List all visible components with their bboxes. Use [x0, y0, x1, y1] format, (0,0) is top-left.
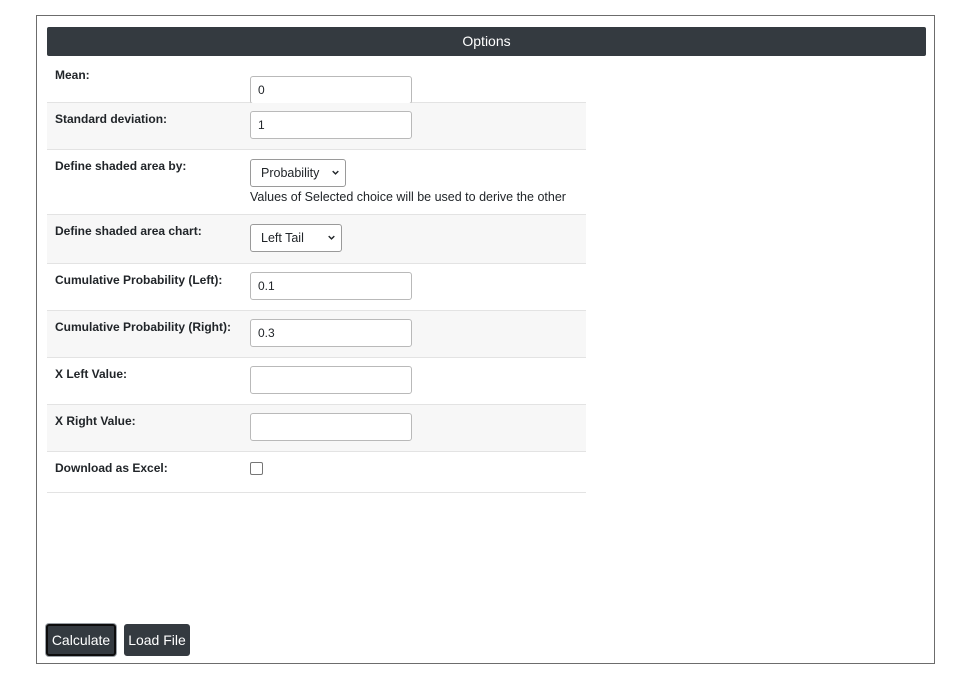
cum-prob-right-input[interactable] — [250, 319, 412, 347]
chevron-down-icon — [328, 235, 335, 240]
shaded-chart-label: Define shaded area chart: — [55, 224, 202, 238]
form-row-shaded-by: Define shaded area by: Probability Value… — [47, 150, 586, 215]
form-row-download-excel: Download as Excel: — [47, 452, 586, 493]
download-excel-checkbox[interactable] — [250, 462, 263, 475]
panel-title: Options — [47, 27, 926, 56]
form-row-x-left: X Left Value: — [47, 358, 586, 405]
download-excel-label: Download as Excel: — [55, 461, 168, 475]
cum-prob-left-input[interactable] — [250, 272, 412, 300]
form-row-std-dev: Standard deviation: — [47, 103, 586, 150]
std-dev-label: Standard deviation: — [55, 112, 168, 126]
shaded-chart-selected: Left Tail — [261, 231, 304, 245]
options-panel: Options Mean: Standard deviation: Define… — [36, 15, 935, 664]
shaded-by-label: Define shaded area by: — [55, 159, 187, 173]
shaded-chart-select[interactable]: Left Tail — [250, 224, 342, 252]
form-row-cum-prob-right: Cumulative Probability (Right): — [47, 311, 586, 358]
shaded-by-select[interactable]: Probability — [250, 159, 346, 187]
form-row-cum-prob-left: Cumulative Probability (Left): — [47, 264, 586, 311]
chevron-down-icon — [332, 170, 339, 175]
calculate-button[interactable]: Calculate — [46, 624, 116, 656]
options-form: Mean: Standard deviation: Define shaded … — [47, 56, 586, 493]
shaded-by-selected: Probability — [261, 166, 320, 180]
std-dev-input[interactable] — [250, 111, 412, 139]
load-file-button[interactable]: Load File — [124, 624, 190, 656]
x-left-label: X Left Value: — [55, 367, 128, 381]
cum-prob-left-label: Cumulative Probability (Left): — [55, 273, 223, 287]
cum-prob-right-label: Cumulative Probability (Right): — [55, 320, 232, 334]
x-right-input[interactable] — [250, 413, 412, 441]
form-row-mean: Mean: — [47, 56, 586, 104]
mean-input[interactable] — [250, 76, 412, 104]
x-right-label: X Right Value: — [55, 414, 136, 428]
mean-label: Mean: — [55, 68, 90, 82]
form-row-shaded-chart: Define shaded area chart: Left Tail — [47, 215, 586, 264]
x-left-input[interactable] — [250, 366, 412, 394]
form-row-x-right: X Right Value: — [47, 405, 586, 452]
shaded-by-hint: Values of Selected choice will be used t… — [250, 190, 566, 204]
